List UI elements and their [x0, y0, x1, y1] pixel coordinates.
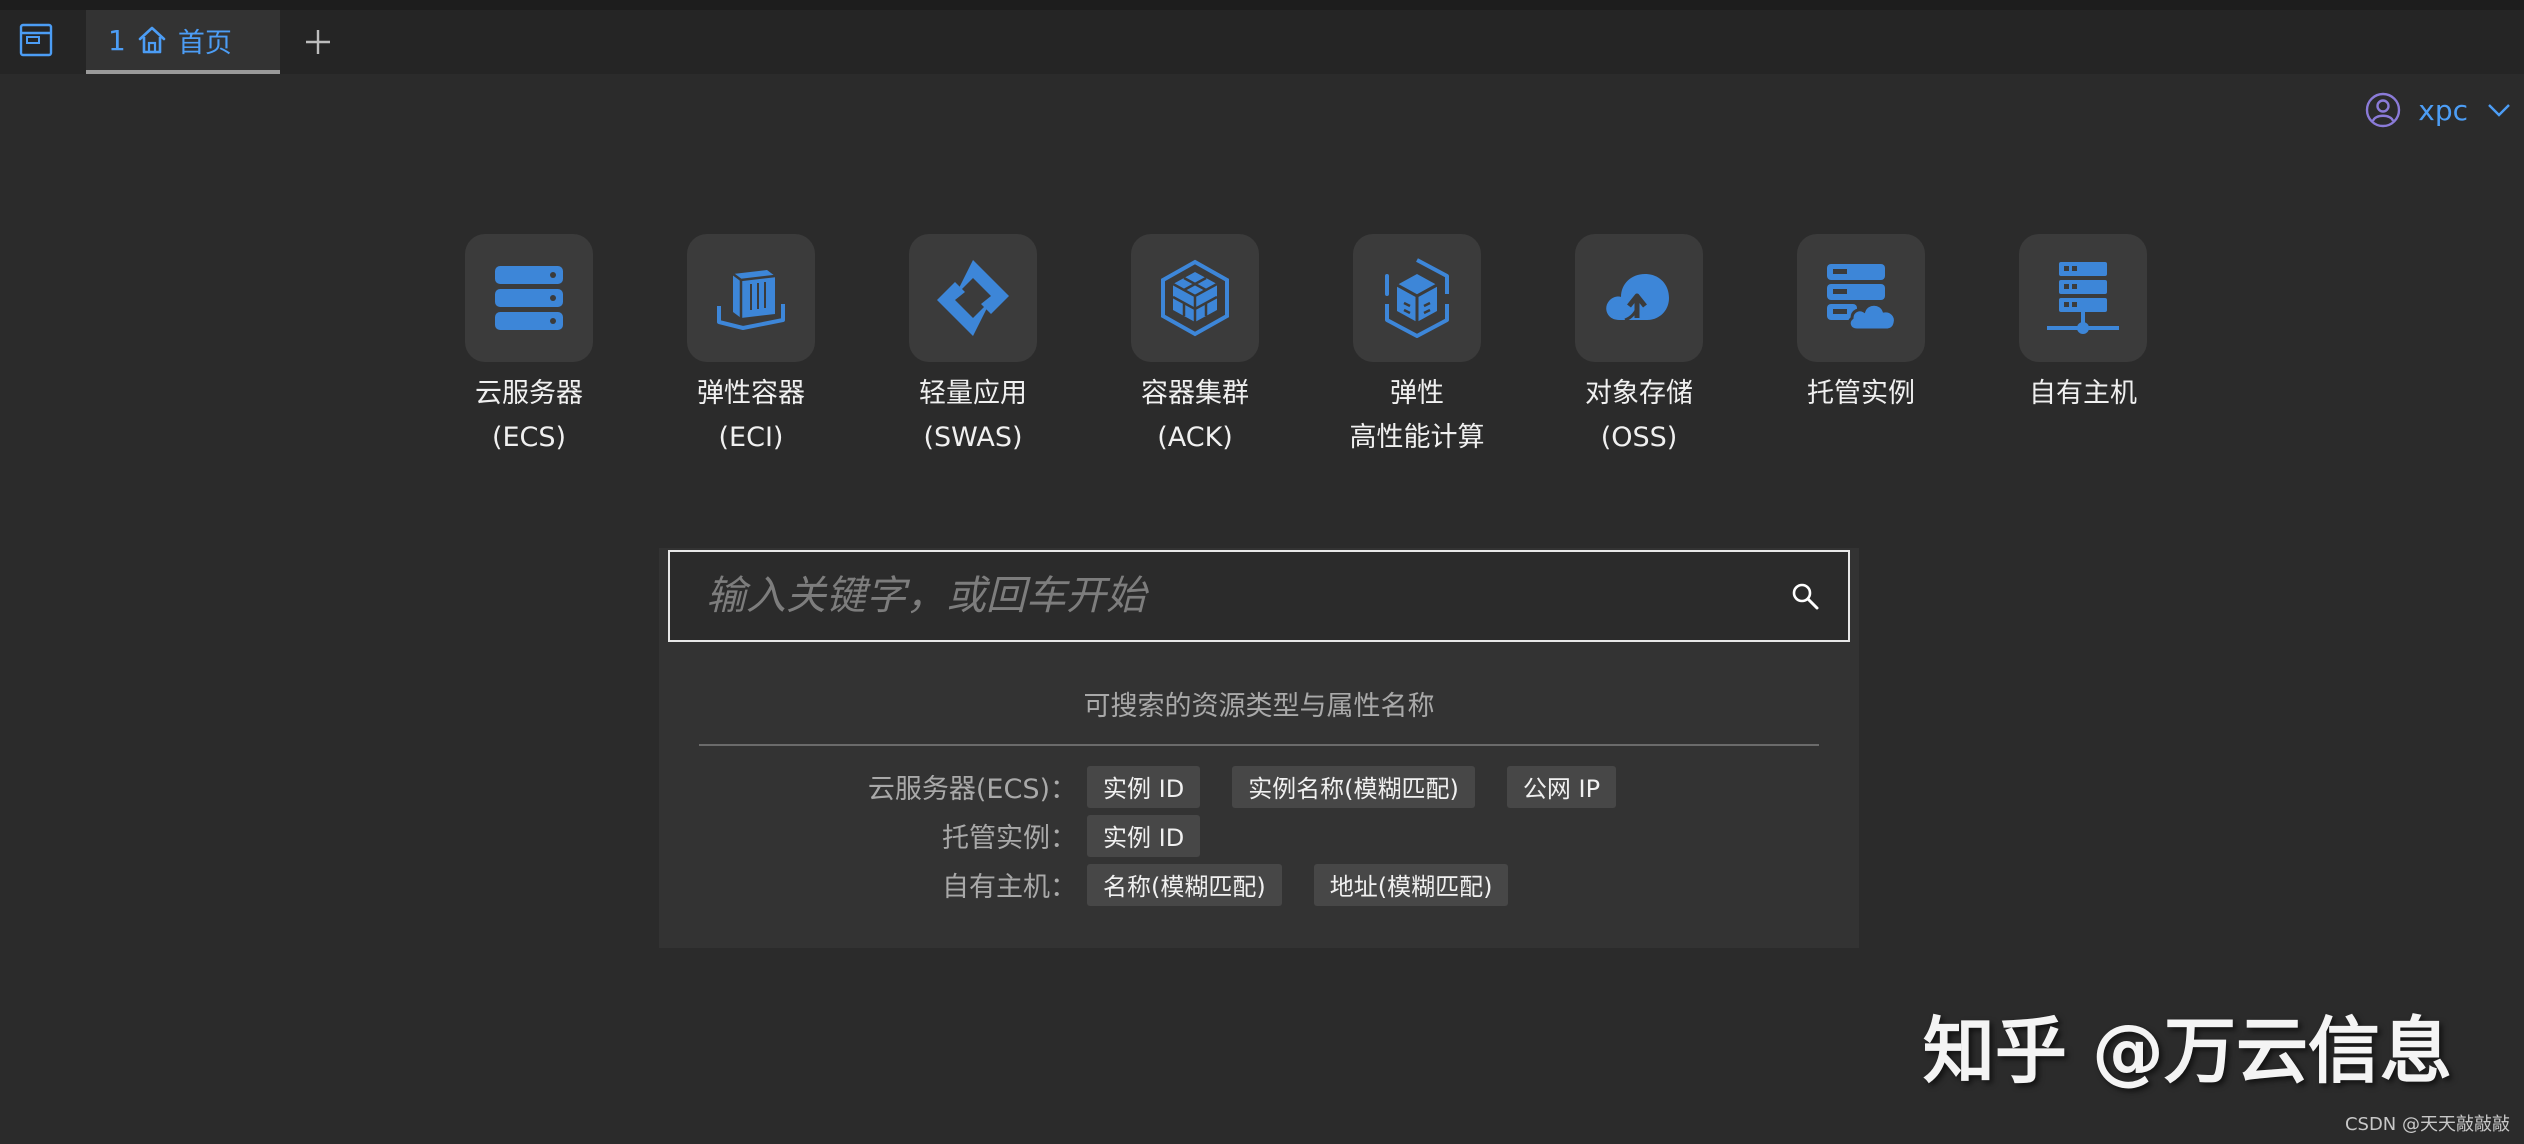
container-cluster-icon: [1161, 259, 1229, 337]
service-label: 弹性容器 (ECI): [697, 378, 805, 453]
service-label: 托管实例: [1807, 378, 1915, 409]
credit-text: CSDN @天天敲敲敲: [2344, 1114, 2510, 1135]
container-box-icon: [717, 270, 785, 330]
chip-public-ip[interactable]: 公网 IP: [1506, 765, 1617, 808]
search-box: [668, 550, 1850, 642]
window-icon[interactable]: [18, 22, 54, 58]
service-eci[interactable]: 弹性容器 (ECI): [640, 234, 862, 460]
service-hpc[interactable]: 弹性 高性能计算: [1306, 234, 1528, 460]
service-label: 对象存储 (OSS): [1585, 378, 1693, 453]
home-icon: [138, 26, 166, 54]
service-label: 轻量应用 (SWAS): [919, 378, 1027, 453]
service-own-host[interactable]: 自有主机: [1972, 234, 2194, 460]
tab-label: 首页: [177, 27, 232, 59]
managed-instance-icon: [1827, 264, 1897, 332]
service-tile: [909, 234, 1037, 362]
service-swas[interactable]: 轻量应用 (SWAS): [862, 234, 1084, 460]
watermark: 知乎 @万云信息: [1922, 1009, 2452, 1093]
chip-instance-name[interactable]: 实例名称(模糊匹配): [1232, 765, 1475, 808]
hint-rows: 云服务器(ECS)： 实例 ID 实例名称(模糊匹配) 公网 IP 托管实例： …: [659, 762, 1859, 909]
hint-row-ecs: 云服务器(ECS)： 实例 ID 实例名称(模糊匹配) 公网 IP: [659, 762, 1859, 811]
service-tile: [465, 234, 593, 362]
user-menu[interactable]: xpc: [2364, 88, 2512, 132]
chevron-down-icon: [2488, 104, 2510, 117]
hint-row-managed: 托管实例： 实例 ID: [659, 811, 1859, 860]
hint-row-own-host: 自有主机： 名称(模糊匹配) 地址(模糊匹配): [659, 860, 1859, 909]
chip-instance-id[interactable]: 实例 ID: [1087, 814, 1201, 857]
service-oss[interactable]: 对象存储 (OSS): [1528, 234, 1750, 460]
lightweight-app-icon: [937, 260, 1009, 336]
service-label: 自有主机: [2029, 378, 2137, 409]
service-label: 容器集群 (ACK): [1141, 378, 1249, 453]
service-ecs[interactable]: 云服务器 (ECS): [418, 234, 640, 460]
service-launcher: 云服务器 (ECS) 弹性容器 (ECI) 轻量应用 (SWAS) 容器集群 (…: [418, 234, 2194, 460]
service-tile: [2019, 234, 2147, 362]
service-managed-instance[interactable]: 托管实例: [1750, 234, 1972, 460]
service-tile: [1131, 234, 1259, 362]
search-icon[interactable]: [1790, 581, 1820, 611]
search-panel: 可搜索的资源类型与属性名称 云服务器(ECS)： 实例 ID 实例名称(模糊匹配…: [659, 548, 1859, 948]
chip-host-name[interactable]: 名称(模糊匹配): [1087, 863, 1282, 906]
search-input[interactable]: [670, 552, 1790, 640]
hint-title: 可搜索的资源类型与属性名称: [1083, 691, 1435, 722]
service-label: 弹性 高性能计算: [1349, 378, 1485, 453]
service-label: 云服务器 (ECS): [475, 378, 583, 453]
hint-row-label: 云服务器(ECS)：: [867, 774, 1077, 805]
tab-bar: 1 首页: [0, 0, 2524, 74]
hint-divider: [699, 744, 1819, 746]
service-tile: [1575, 234, 1703, 362]
chip-instance-id[interactable]: 实例 ID: [1087, 765, 1201, 808]
service-tile: [1797, 234, 1925, 362]
user-circle-icon: [2366, 92, 2401, 128]
service-ack[interactable]: 容器集群 (ACK): [1084, 234, 1306, 460]
user-name: xpc: [2418, 93, 2468, 127]
hint-row-label: 托管实例：: [942, 823, 1077, 854]
own-host-icon: [2047, 262, 2119, 334]
service-tile: [1353, 234, 1481, 362]
hint-row-label: 自有主机：: [942, 872, 1077, 903]
plus-icon[interactable]: [302, 26, 334, 58]
cloud-upload-icon: [1606, 274, 1669, 322]
service-tile: [687, 234, 815, 362]
tab-index: 1: [108, 23, 126, 57]
server-stack-icon: [495, 266, 563, 330]
chip-host-address[interactable]: 地址(模糊匹配): [1313, 863, 1509, 906]
tab-home[interactable]: 1 首页: [86, 10, 280, 74]
hpc-icon: [1385, 258, 1449, 338]
